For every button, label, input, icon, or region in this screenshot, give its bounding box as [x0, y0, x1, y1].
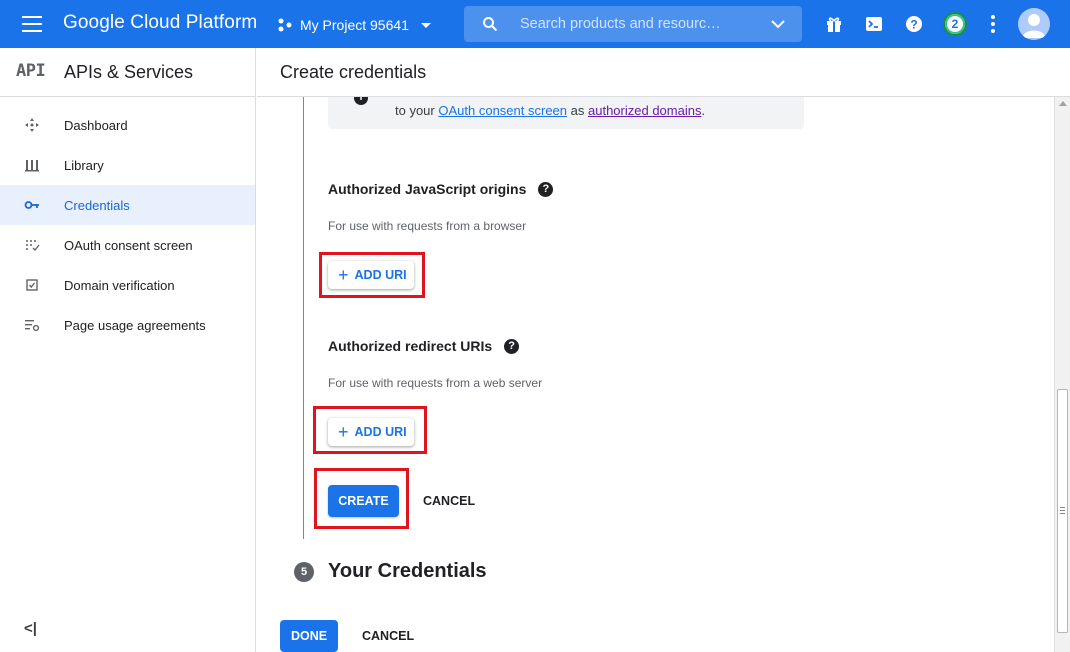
sidebar-item-label: Dashboard	[64, 117, 128, 133]
info-icon: i	[354, 97, 368, 105]
info-text: to your OAuth consent screen as authoriz…	[395, 103, 705, 118]
add-uri-label: ADD URI	[354, 268, 407, 282]
done-button[interactable]: DONE	[280, 620, 338, 652]
redirect-uris-title: Authorized redirect URIs	[328, 338, 493, 354]
gift-icon[interactable]	[824, 14, 844, 34]
help-icon[interactable]: ?	[538, 181, 554, 197]
add-js-origin-button[interactable]: + ADD URI	[328, 261, 414, 289]
sidebar-item-label: Credentials	[64, 197, 130, 213]
sidebar-item-label: Domain verification	[64, 277, 175, 293]
brand-title[interactable]: Google Cloud Platform	[63, 12, 257, 34]
js-origins-title: Authorized JavaScript origins	[328, 181, 527, 197]
plus-icon: +	[338, 422, 349, 442]
sidebar-item-label: Page usage agreements	[64, 317, 206, 333]
search-input[interactable]	[520, 14, 740, 34]
project-selector[interactable]: My Project 95641	[278, 15, 431, 35]
sidebar-item-oauth-consent[interactable]: OAuth consent screen	[0, 225, 255, 265]
step-number-badge: 5	[294, 562, 314, 582]
add-redirect-uri-button[interactable]: + ADD URI	[328, 418, 414, 446]
info-text-middle: as	[570, 103, 585, 118]
search-bar[interactable]	[464, 6, 802, 42]
consent-grid-icon	[26, 240, 40, 252]
page-title: Create credentials	[280, 62, 427, 82]
main-content: i to your OAuth consent screen as author…	[257, 97, 1054, 652]
oauth-consent-link[interactable]: OAuth consent screen	[438, 103, 567, 118]
scrollbar[interactable]	[1054, 97, 1070, 652]
search-icon	[483, 17, 498, 32]
sidebar-item-credentials[interactable]: Credentials	[0, 185, 255, 225]
settings-list-icon	[25, 320, 40, 332]
sidebar-title: APIs & Services	[64, 62, 194, 82]
sidebar-item-label: OAuth consent screen	[64, 237, 193, 253]
plus-icon: +	[338, 265, 349, 285]
sidebar-item-domain-verification[interactable]: Domain verification	[0, 265, 255, 305]
scroll-thumb[interactable]	[1057, 389, 1068, 633]
project-name: My Project 95641	[300, 17, 409, 33]
library-icon	[25, 160, 39, 172]
collapse-sidebar-icon[interactable]: <|	[24, 620, 37, 637]
avatar[interactable]	[1018, 8, 1050, 40]
info-box: i to your OAuth consent screen as author…	[328, 97, 804, 129]
info-text-prefix: to your	[395, 103, 435, 118]
cancel-button[interactable]: CANCEL	[417, 485, 481, 517]
project-hierarchy-icon	[278, 18, 292, 32]
grip-icon	[1060, 507, 1065, 514]
sidebar-header: API APIs & Services	[0, 48, 255, 97]
chevron-down-icon	[420, 22, 431, 28]
info-text-suffix: .	[701, 103, 706, 118]
api-logo: API	[16, 61, 46, 81]
svg-text:?: ?	[910, 18, 917, 32]
create-button[interactable]: CREATE	[328, 485, 399, 517]
expand-search-icon[interactable]	[770, 18, 786, 30]
cloud-shell-icon[interactable]	[864, 14, 884, 34]
sidebar: API APIs & Services Dashboard Library Cr…	[0, 48, 256, 652]
sidebar-item-dashboard[interactable]: Dashboard	[0, 105, 255, 145]
sidebar-item-library[interactable]: Library	[0, 145, 255, 185]
help-icon[interactable]: ?	[504, 338, 520, 354]
dashboard-icon	[25, 118, 39, 132]
notifications-badge[interactable]: 2	[943, 12, 967, 36]
js-origins-description: For use with requests from a browser	[328, 219, 527, 233]
sidebar-item-page-usage[interactable]: Page usage agreements	[0, 305, 255, 345]
redirect-uris-description: For use with requests from a web server	[328, 376, 543, 390]
stepper-line	[303, 97, 304, 539]
key-icon	[24, 201, 39, 209]
menu-icon[interactable]	[22, 16, 42, 32]
redirect-uris-heading: Authorized redirect URIs ?	[328, 338, 520, 354]
page-header: Create credentials	[257, 48, 1070, 97]
account-icon	[1022, 14, 1046, 38]
more-options-icon[interactable]	[991, 15, 995, 33]
js-origins-heading: Authorized JavaScript origins ?	[328, 181, 554, 197]
scroll-up-icon[interactable]	[1059, 101, 1067, 106]
step-title: Your Credentials	[328, 560, 487, 582]
checkbox-icon	[26, 279, 38, 291]
add-uri-label: ADD URI	[354, 425, 407, 439]
cancel-form-button[interactable]: CANCEL	[356, 620, 420, 652]
sidebar-item-label: Library	[64, 157, 104, 173]
authorized-domains-link[interactable]: authorized domains	[588, 103, 701, 118]
sidebar-nav: Dashboard Library Credentials OAuth cons…	[0, 105, 255, 345]
help-icon[interactable]: ?	[904, 14, 924, 34]
top-app-bar: Google Cloud Platform My Project 95641 ?…	[0, 0, 1070, 48]
